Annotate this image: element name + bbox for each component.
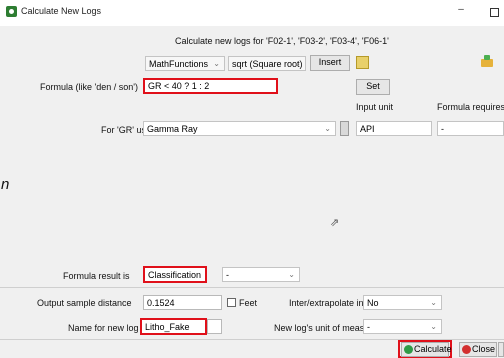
app-icon <box>6 6 17 17</box>
unit-of-measure-label: New log's unit of measure <box>274 323 378 333</box>
feet-checkbox[interactable] <box>227 298 236 307</box>
formula-result-label: Formula result is <box>63 271 130 281</box>
insert-button[interactable]: Insert <box>310 55 350 71</box>
interpolate-value: No <box>367 298 379 308</box>
chevron-down-icon: ⌄ <box>324 124 331 133</box>
input-unit-dropdown[interactable]: API <box>356 121 432 136</box>
gr-log-dropdown[interactable]: Gamma Ray ⌄ <box>143 121 336 136</box>
formula-label: Formula (like 'den / son') <box>40 82 138 92</box>
function-value: sqrt (Square root) <box>232 59 303 69</box>
result-type-dropdown[interactable]: Classification <box>143 266 207 283</box>
mouse-cursor-icon: ⇗ <box>330 217 340 229</box>
close-icon <box>462 345 471 354</box>
unit-of-measure-dropdown[interactable]: - ⌄ <box>363 319 442 334</box>
maximize-button[interactable] <box>487 4 501 20</box>
input-unit-header: Input unit <box>356 102 394 112</box>
math-functions-dropdown[interactable]: MathFunctions ⌄ <box>145 56 225 71</box>
new-log-name-input-end <box>207 319 222 334</box>
feet-label: Feet <box>239 298 258 308</box>
divider <box>0 287 504 288</box>
help-button-partial[interactable] <box>498 342 504 357</box>
side-text: n <box>1 176 10 193</box>
dialog-header: Calculate new logs for 'F02-1', 'F03-2',… <box>175 36 389 46</box>
formula-editor-icon[interactable] <box>356 56 369 69</box>
calculate-label: Calculate <box>414 344 452 354</box>
formula-requires-field: - <box>437 121 504 136</box>
sample-distance-input[interactable]: 0.1524 <box>143 295 222 310</box>
interpolate-dropdown[interactable]: No ⌄ <box>363 295 442 310</box>
unit-of-measure-value: - <box>367 322 370 332</box>
result-subtype-dropdown[interactable]: - ⌄ <box>222 267 300 282</box>
gr-log-value: Gamma Ray <box>147 124 198 134</box>
formula-requires-header: Formula requires <box>437 102 504 112</box>
calculate-button[interactable]: Calculate <box>401 342 452 357</box>
chevron-down-icon: ⌄ <box>430 298 437 307</box>
input-unit-value: API <box>360 124 375 134</box>
log-tool-icon[interactable] <box>340 121 349 136</box>
new-log-name-input[interactable]: Litho_Fake <box>140 318 207 335</box>
set-button[interactable]: Set <box>356 79 390 95</box>
formula-requires-value: - <box>441 124 444 134</box>
result-subtype-value: - <box>226 270 229 280</box>
sample-distance-label: Output sample distance <box>37 298 132 308</box>
chevron-down-icon: ⌄ <box>288 270 295 279</box>
formula-input[interactable]: GR < 40 ? 1 : 2 <box>143 78 278 94</box>
new-log-name-label: Name for new log <box>68 323 139 333</box>
math-functions-value: MathFunctions <box>149 59 209 69</box>
close-label: Close <box>472 344 496 354</box>
chevron-down-icon: ⌄ <box>430 322 437 331</box>
open-folder-icon[interactable] <box>480 55 494 69</box>
close-button[interactable]: Close <box>459 342 497 357</box>
window-title: Calculate New Logs <box>21 6 102 16</box>
window-titlebar: Calculate New Logs – <box>0 0 504 24</box>
minimize-button[interactable]: – <box>452 4 470 20</box>
result-type-value: Classification <box>148 270 202 280</box>
chevron-down-icon: ⌄ <box>213 59 220 68</box>
function-dropdown[interactable]: sqrt (Square root) ⌄ <box>228 56 306 71</box>
chevron-down-icon: ⌄ <box>294 59 301 68</box>
check-icon <box>404 345 413 354</box>
